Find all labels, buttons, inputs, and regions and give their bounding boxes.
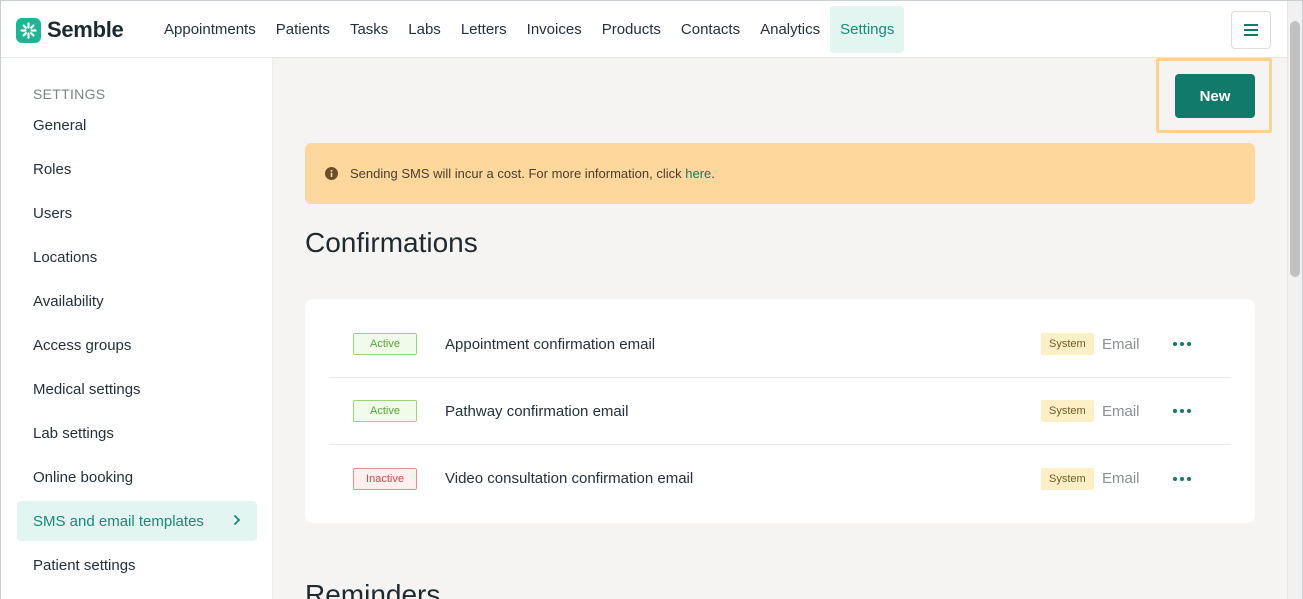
scrollbar-thumb[interactable]: [1290, 21, 1300, 277]
main-nav: Appointments Patients Tasks Labs Letters…: [154, 6, 905, 53]
template-row[interactable]: Inactive Video consultation confirmation…: [329, 445, 1231, 512]
sidebar-item-medical-settings[interactable]: Medical settings: [17, 369, 257, 409]
nav-appointments[interactable]: Appointments: [154, 6, 266, 53]
sidebar-item-users[interactable]: Users: [17, 193, 257, 233]
template-row[interactable]: Active Pathway confirmation email System…: [329, 378, 1231, 445]
banner-text: Sending SMS will incur a cost. For more …: [350, 166, 715, 181]
nav-invoices[interactable]: Invoices: [517, 6, 592, 53]
nav-labs[interactable]: Labs: [398, 6, 451, 53]
app-name: Semble: [47, 17, 124, 42]
sidebar-item-general[interactable]: General: [17, 105, 257, 145]
info-icon: [325, 167, 338, 180]
app-logo[interactable]: Semble: [16, 17, 124, 43]
channel-label: Email: [1102, 402, 1140, 420]
sidebar-item-lab-settings[interactable]: Lab settings: [17, 413, 257, 453]
sidebar-item-label: SMS and email templates: [33, 512, 204, 530]
confirmations-card: Active Appointment confirmation email Sy…: [305, 299, 1255, 523]
more-options-icon[interactable]: [1165, 399, 1199, 423]
settings-sidebar: SETTINGS General Roles Users Locations A…: [1, 58, 273, 599]
nav-analytics[interactable]: Analytics: [750, 6, 830, 53]
sidebar-item-locations[interactable]: Locations: [17, 237, 257, 277]
nav-letters[interactable]: Letters: [451, 6, 517, 53]
section-title-confirmations: Confirmations: [305, 227, 478, 258]
status-badge: Active: [353, 400, 417, 422]
semble-logo-icon: [16, 17, 41, 43]
template-name[interactable]: Appointment confirmation email: [445, 336, 655, 353]
channel-label: Email: [1102, 335, 1140, 353]
template-name[interactable]: Pathway confirmation email: [445, 403, 628, 420]
template-name[interactable]: Video consultation confirmation email: [445, 470, 693, 487]
sidebar-item-sms-email-templates[interactable]: SMS and email templates: [17, 501, 257, 541]
section-title-reminders: Reminders: [305, 579, 441, 599]
sidebar-item-online-booking[interactable]: Online booking: [17, 457, 257, 497]
sms-cost-banner: Sending SMS will incur a cost. For more …: [305, 143, 1255, 204]
channel-label: Email: [1102, 470, 1140, 487]
nav-tasks[interactable]: Tasks: [340, 6, 398, 53]
system-tag: System: [1041, 400, 1094, 422]
nav-settings[interactable]: Settings: [830, 6, 905, 53]
page-scrollbar[interactable]: [1287, 1, 1302, 599]
main-content: New Sending SMS will incur a cost. For m…: [273, 58, 1287, 599]
more-options-icon[interactable]: [1165, 467, 1199, 491]
system-tag: System: [1041, 467, 1094, 490]
sidebar-item-patient-settings[interactable]: Patient settings: [17, 545, 257, 585]
sidebar-item-access-groups[interactable]: Access groups: [17, 325, 257, 365]
sidebar-item-roles[interactable]: Roles: [17, 149, 257, 189]
status-badge: Inactive: [353, 467, 417, 490]
template-row[interactable]: Active Appointment confirmation email Sy…: [329, 311, 1231, 378]
nav-products[interactable]: Products: [592, 6, 671, 53]
status-badge: Active: [353, 333, 417, 355]
system-tag: System: [1041, 333, 1094, 355]
chevron-right-icon: [233, 514, 241, 526]
banner-here-link[interactable]: here: [685, 166, 711, 181]
top-header: Semble Appointments Patients Tasks Labs …: [1, 1, 1302, 58]
hamburger-icon: [1244, 24, 1258, 36]
new-template-button[interactable]: New: [1175, 74, 1255, 118]
sidebar-title: SETTINGS: [33, 86, 106, 102]
hamburger-menu-button[interactable]: [1231, 11, 1271, 49]
nav-contacts[interactable]: Contacts: [671, 6, 750, 53]
more-options-icon[interactable]: [1165, 332, 1199, 356]
nav-patients[interactable]: Patients: [266, 6, 340, 53]
sidebar-item-availability[interactable]: Availability: [17, 281, 257, 321]
